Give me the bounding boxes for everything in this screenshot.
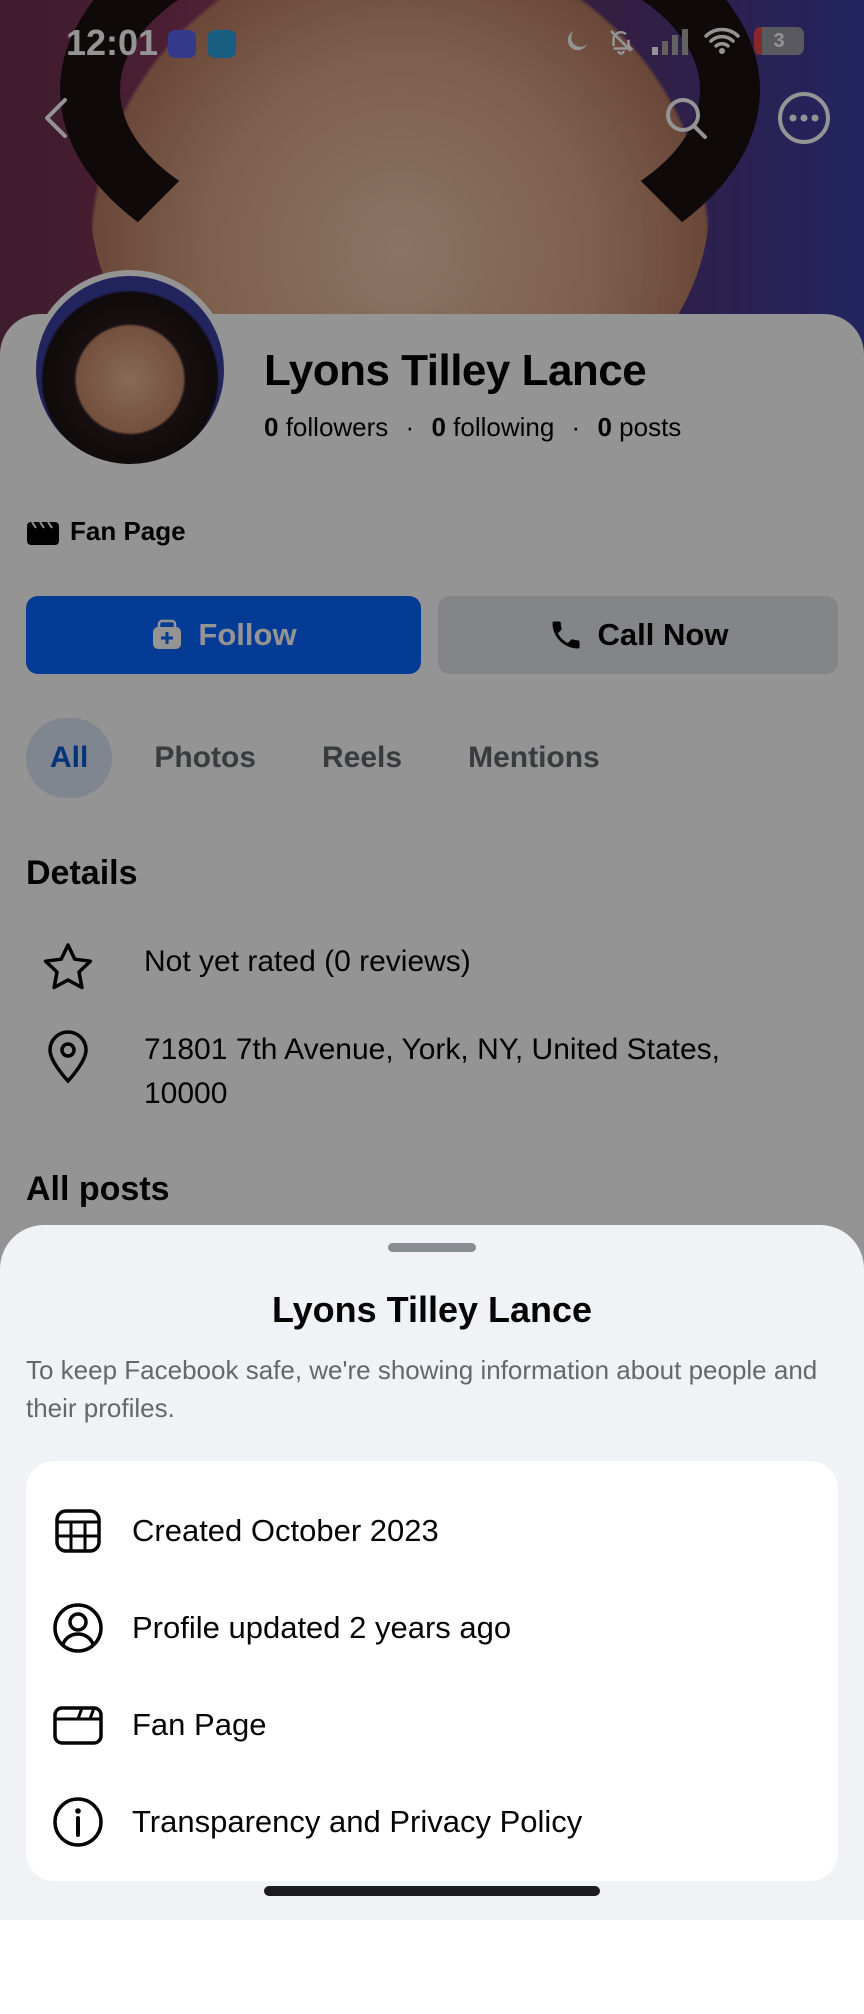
user-circle-icon xyxy=(50,1600,106,1656)
calendar-icon xyxy=(50,1503,106,1559)
info-card: Created October 2023 Profile updated 2 y… xyxy=(26,1461,838,1881)
sheet-title: Lyons Tilley Lance xyxy=(271,1289,593,1330)
info-icon xyxy=(50,1794,106,1850)
profile-updated-text: Profile updated 2 years ago xyxy=(132,1610,512,1645)
page-type-text: Fan Page xyxy=(132,1707,267,1742)
profile-info-sheet: Lyons Tilley Lance To keep Facebook safe… xyxy=(0,1225,864,1920)
sheet-description: To keep Facebook safe, we're showing inf… xyxy=(26,1355,818,1423)
sheet-drag-handle[interactable] xyxy=(388,1243,476,1252)
home-indicator[interactable] xyxy=(264,1886,600,1896)
transparency-link[interactable]: Transparency and Privacy Policy xyxy=(132,1804,582,1840)
created-text: Created October 2023 xyxy=(132,1513,439,1548)
created-row: Created October 2023 xyxy=(50,1503,439,1559)
profile-updated-row: Profile updated 2 years ago xyxy=(50,1600,511,1656)
transparency-row[interactable]: Transparency and Privacy Policy xyxy=(50,1794,582,1850)
clapperboard-icon xyxy=(50,1697,106,1753)
page-type-row: Fan Page xyxy=(50,1697,266,1753)
